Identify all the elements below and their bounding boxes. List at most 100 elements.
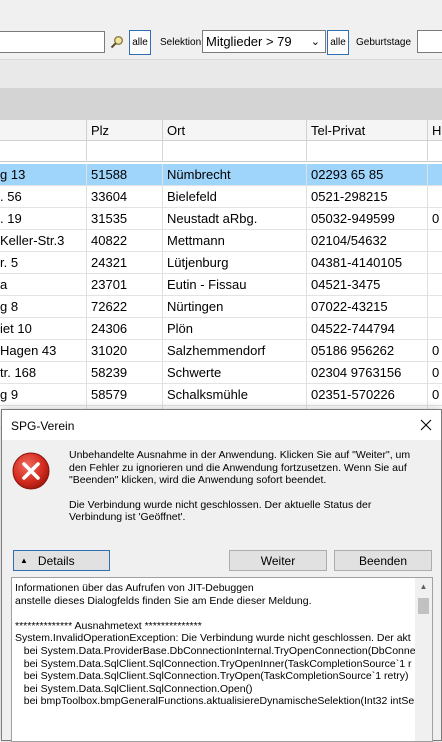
dialog-title: SPG-Verein	[11, 419, 75, 433]
cell-h	[428, 296, 442, 318]
chevron-down-icon: ⌄	[310, 36, 320, 48]
table-row[interactable]: iet 10 24306 Plön 04522-744794	[0, 318, 442, 340]
alle-button-1[interactable]: alle	[129, 30, 151, 55]
cell-h	[428, 274, 442, 296]
cell-tel-privat: 02293 65 85	[307, 164, 428, 186]
cell-h	[428, 186, 442, 208]
toolbar: alle Selektion Mitglieder > 79 ⌄ alle Ge…	[0, 0, 442, 60]
cell-plz: 40822	[87, 230, 163, 252]
filter-cell-street[interactable]	[0, 141, 87, 162]
selektion-combo[interactable]: Mitglieder > 79 ⌄	[202, 30, 326, 53]
cell-h	[428, 318, 442, 340]
cell-plz: 31020	[87, 340, 163, 362]
column-header-h[interactable]: H	[428, 120, 442, 141]
grid-header: Plz Ort Tel-Privat H	[0, 120, 442, 141]
cell-h	[428, 164, 442, 186]
table-row[interactable]: . 19 31535 Neustadt aRbg. 05032-949599 0	[0, 208, 442, 230]
exception-dialog: SPG-Verein Unbehandelte Ausnahme in der …	[1, 409, 442, 742]
alle-button-2[interactable]: alle	[327, 30, 349, 55]
cell-h: 0	[428, 384, 442, 406]
cell-ort: Eutin - Fissau	[163, 274, 307, 296]
cell-plz: 24306	[87, 318, 163, 340]
details-button-label: Details	[37, 553, 75, 568]
search-input[interactable]	[0, 31, 105, 53]
cell-ort: Nürtingen	[163, 296, 307, 318]
cell-tel-privat: 04381-4140105	[307, 252, 428, 274]
table-row[interactable]: tr. 168 58239 Schwerte 02304 9763156 0	[0, 362, 442, 384]
cell-street: tr. 168	[0, 362, 87, 384]
cell-plz: 51588	[87, 164, 163, 186]
cell-street: iet 10	[0, 318, 87, 340]
table-row[interactable]: g 8 72622 Nürtingen 07022-43215	[0, 296, 442, 318]
cell-plz: 31535	[87, 208, 163, 230]
filter-cell-h[interactable]	[428, 141, 442, 162]
cell-ort: Bielefeld	[163, 186, 307, 208]
details-scrollbar[interactable]: ▲	[415, 578, 432, 741]
cell-street: . 19	[0, 208, 87, 230]
grid-caption-area	[0, 88, 442, 120]
cell-tel-privat: 05032-949599	[307, 208, 428, 230]
close-button[interactable]	[415, 414, 437, 436]
beenden-button[interactable]: Beenden	[334, 550, 432, 571]
cell-h: 0	[428, 208, 442, 230]
dialog-message-status: Die Verbindung wurde nicht geschlossen. …	[69, 498, 372, 524]
cell-ort: Mettmann	[163, 230, 307, 252]
filter-cell-ort[interactable]	[163, 141, 307, 162]
triangle-up-icon: ▲	[20, 556, 28, 565]
scroll-up-icon[interactable]: ▲	[415, 578, 432, 595]
cell-ort: Salzhemmendorf	[163, 340, 307, 362]
table-row[interactable]: g 13 51588 Nümbrecht 02293 65 85	[0, 164, 442, 186]
search-button[interactable]	[108, 31, 126, 53]
cell-tel-privat: 05186 956262	[307, 340, 428, 362]
cell-street: Keller-Str.3	[0, 230, 87, 252]
cell-street: g 13	[0, 164, 87, 186]
details-textbox[interactable]: Informationen über das Aufrufen von JIT-…	[11, 577, 433, 742]
filter-cell-tel-privat[interactable]	[307, 141, 428, 162]
geburtstage-input[interactable]	[417, 30, 442, 53]
cell-street: a	[0, 274, 87, 296]
selektion-label: Selektion	[160, 37, 202, 48]
cell-tel-privat: 0521-298215	[307, 186, 428, 208]
table-row[interactable]: r. 5 24321 Lütjenburg 04381-4140105	[0, 252, 442, 274]
selektion-value: Mitglieder > 79	[206, 34, 292, 49]
cell-street: Hagen 43	[0, 340, 87, 362]
cell-ort: Neustadt aRbg.	[163, 208, 307, 230]
cell-plz: 23701	[87, 274, 163, 296]
table-row[interactable]: . 56 33604 Bielefeld 0521-298215	[0, 186, 442, 208]
table-row[interactable]: Hagen 43 31020 Salzhemmendorf 05186 956262 0	[0, 340, 442, 362]
cell-tel-privat: 02351-570226	[307, 384, 428, 406]
cell-street: . 56	[0, 186, 87, 208]
details-button[interactable]: ▲ Details	[13, 550, 110, 571]
table-row[interactable]: a 23701 Eutin - Fissau 04521-3475	[0, 274, 442, 296]
error-icon	[12, 452, 50, 490]
cell-h: 0	[428, 362, 442, 384]
table-row[interactable]: Keller-Str.3 40822 Mettmann 02104/54632	[0, 230, 442, 252]
dialog-titlebar: SPG-Verein	[2, 410, 441, 440]
cell-plz: 58579	[87, 384, 163, 406]
cell-street: r. 5	[0, 252, 87, 274]
cell-tel-privat: 07022-43215	[307, 296, 428, 318]
cell-ort: Schalksmühle	[163, 384, 307, 406]
table-row[interactable]: g 9 58579 Schalksmühle 02351-570226 0	[0, 384, 442, 406]
scroll-thumb[interactable]	[418, 598, 429, 614]
cell-ort: Plön	[163, 318, 307, 340]
search-icon	[110, 36, 123, 49]
details-text: Informationen über das Aufrufen von JIT-…	[15, 582, 417, 708]
toolbar-band	[0, 60, 442, 88]
geburtstage-label: Geburtstage	[356, 37, 412, 48]
column-header-ort[interactable]: Ort	[163, 120, 307, 141]
cell-tel-privat: 04521-3475	[307, 274, 428, 296]
close-icon	[420, 419, 432, 431]
filter-cell-plz[interactable]	[87, 141, 163, 162]
cell-plz: 72622	[87, 296, 163, 318]
cell-plz: 58239	[87, 362, 163, 384]
column-header-plz[interactable]: Plz	[87, 120, 163, 141]
column-header-tel-privat[interactable]: Tel-Privat	[307, 120, 428, 141]
column-header-street[interactable]	[0, 120, 87, 141]
cell-ort: Schwerte	[163, 362, 307, 384]
cell-tel-privat: 04522-744794	[307, 318, 428, 340]
weiter-button[interactable]: Weiter	[229, 550, 327, 571]
cell-h	[428, 230, 442, 252]
dialog-message-main: Unbehandelte Ausnahme in der Anwendung. …	[69, 449, 411, 486]
cell-tel-privat: 02304 9763156	[307, 362, 428, 384]
